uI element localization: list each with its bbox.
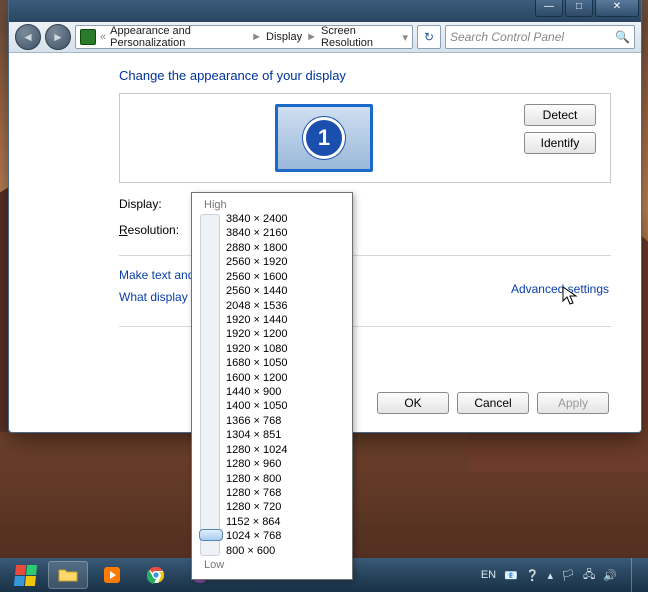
ok-button[interactable]: OK xyxy=(377,392,449,414)
breadcrumb-overflow[interactable]: « xyxy=(100,31,106,43)
resolution-option[interactable]: 1024 × 768 xyxy=(224,529,346,543)
start-button[interactable] xyxy=(6,560,44,590)
address-dropdown-icon[interactable]: ▾ xyxy=(402,31,408,44)
resolution-option[interactable]: 1280 × 1024 xyxy=(224,443,346,457)
resolution-slider-thumb[interactable] xyxy=(199,529,223,541)
windows-logo-icon xyxy=(13,565,36,586)
refresh-button[interactable]: ↻ xyxy=(417,25,441,49)
resolution-option[interactable]: 1152 × 864 xyxy=(224,515,346,529)
search-icon[interactable]: 🔍 xyxy=(615,30,630,44)
resolution-option[interactable]: 1600 × 1200 xyxy=(224,371,346,385)
resolution-dropdown-popup[interactable]: High 3840 × 24003840 × 21602880 × 180025… xyxy=(191,192,353,580)
taskbar-item-media-player[interactable] xyxy=(92,561,132,589)
media-player-icon xyxy=(103,566,121,584)
show-desktop-button[interactable] xyxy=(631,558,642,592)
breadcrumb-screen-resolution[interactable]: Screen Resolution xyxy=(321,25,398,49)
explorer-navbar: ◄ ► « Appearance and Personalization ► D… xyxy=(9,22,641,53)
resolution-option[interactable]: 1280 × 720 xyxy=(224,500,346,514)
back-button[interactable]: ◄ xyxy=(15,24,41,50)
identify-button[interactable]: Identify xyxy=(524,132,596,154)
volume-icon[interactable]: 🔊 xyxy=(603,569,617,582)
resolution-option[interactable]: 1920 × 1080 xyxy=(224,342,346,356)
slider-high-label: High xyxy=(198,199,346,211)
taskbar-item-explorer[interactable] xyxy=(48,561,88,589)
breadcrumb-display[interactable]: Display xyxy=(266,31,302,43)
resolution-option[interactable]: 2880 × 1800 xyxy=(224,241,346,255)
resolution-slider-track[interactable] xyxy=(200,214,220,556)
tray-overflow-icon[interactable]: ▴ xyxy=(548,569,554,582)
resolution-option[interactable]: 1280 × 960 xyxy=(224,457,346,471)
folder-icon xyxy=(58,567,78,583)
language-indicator[interactable]: EN xyxy=(481,569,496,581)
cancel-button[interactable]: Cancel xyxy=(457,392,529,414)
monitor-thumbnail-1[interactable]: 1 xyxy=(275,104,373,172)
detect-button[interactable]: Detect xyxy=(524,104,596,126)
advanced-settings-link[interactable]: Advanced settings xyxy=(511,282,609,296)
chrome-icon xyxy=(147,566,165,584)
dialog-buttons: OK Cancel Apply xyxy=(377,392,609,414)
tray-help-icon[interactable]: ❔ xyxy=(526,569,540,582)
address-bar[interactable]: « Appearance and Personalization ► Displ… xyxy=(75,25,413,49)
resolution-option[interactable]: 1440 × 900 xyxy=(224,385,346,399)
monitor-number: 1 xyxy=(303,117,345,159)
search-placeholder: Search Control Panel xyxy=(450,30,564,44)
network-icon[interactable]: 🖧 xyxy=(583,566,595,585)
resolution-option[interactable]: 1280 × 800 xyxy=(224,472,346,486)
display-preview-box: 1 Detect Identify xyxy=(119,93,611,183)
forward-button[interactable]: ► xyxy=(45,24,71,50)
resolution-option[interactable]: 2048 × 1536 xyxy=(224,299,346,313)
resolution-option[interactable]: 1400 × 1050 xyxy=(224,399,346,413)
taskbar-item-chrome[interactable] xyxy=(136,561,176,589)
page-title: Change the appearance of your display xyxy=(119,68,611,83)
resolution-option[interactable]: 2560 × 1920 xyxy=(224,255,346,269)
resolution-list: 3840 × 24003840 × 21602880 × 18002560 × … xyxy=(224,212,346,558)
close-button[interactable]: ✕ xyxy=(595,0,639,17)
resolution-option[interactable]: 1304 × 851 xyxy=(224,428,346,442)
resolution-option[interactable]: 1366 × 768 xyxy=(224,414,346,428)
resolution-option[interactable]: 1680 × 1050 xyxy=(224,356,346,370)
minimize-button[interactable]: — xyxy=(535,0,563,17)
apply-button[interactable]: Apply xyxy=(537,392,609,414)
maximize-button[interactable]: □ xyxy=(565,0,593,17)
tray-ime-icon[interactable]: 📧 xyxy=(504,569,518,582)
breadcrumb-appearance[interactable]: Appearance and Personalization xyxy=(110,25,247,49)
search-box[interactable]: Search Control Panel 🔍 xyxy=(445,25,635,49)
resolution-option[interactable]: 2560 × 1600 xyxy=(224,270,346,284)
resolution-option[interactable]: 3840 × 2160 xyxy=(224,226,346,240)
resolution-option[interactable]: 1920 × 1440 xyxy=(224,313,346,327)
resolution-option[interactable]: 2560 × 1440 xyxy=(224,284,346,298)
resolution-option[interactable]: 3840 × 2400 xyxy=(224,212,346,226)
resolution-option[interactable]: 1280 × 768 xyxy=(224,486,346,500)
control-panel-icon xyxy=(80,29,96,45)
action-center-icon[interactable]: 🏳 xyxy=(561,569,575,582)
slider-low-label: Low xyxy=(198,559,346,571)
resolution-option[interactable]: 1920 × 1200 xyxy=(224,327,346,341)
titlebar: — □ ✕ xyxy=(9,0,641,22)
resolution-option[interactable]: 800 × 600 xyxy=(224,544,346,558)
system-tray: EN 📧 ❔ ▴ 🏳 🖧 🔊 xyxy=(481,558,642,592)
